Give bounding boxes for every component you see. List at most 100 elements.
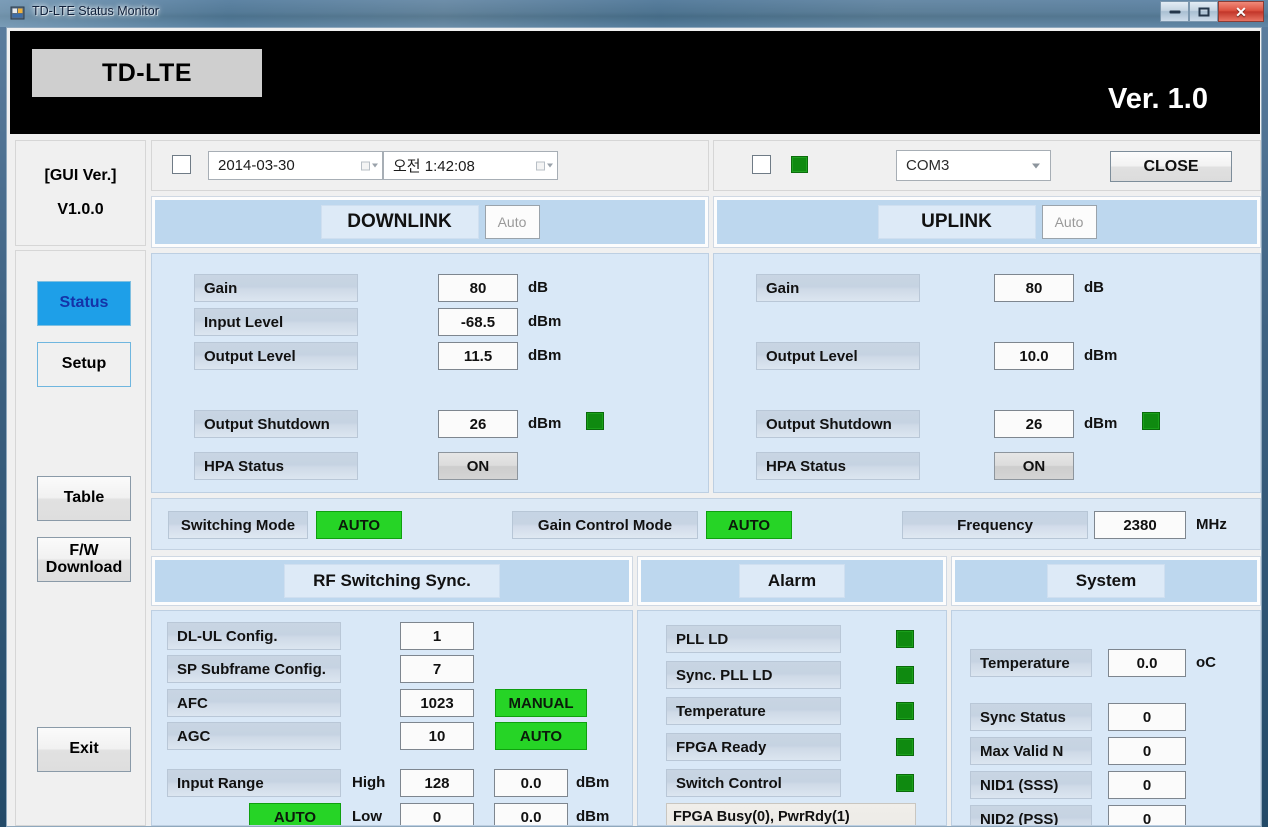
dl-input-level-unit: dBm [528, 313, 562, 330]
date-spinner-icon[interactable] [361, 161, 378, 170]
ul-gain-label: Gain [756, 274, 920, 302]
afc-label: AFC [167, 689, 341, 717]
system-nid1-label: NID1 (SSS) [970, 771, 1092, 799]
sidebar-item-table[interactable]: Table [37, 476, 131, 521]
alarm-tab-header: Alarm [637, 556, 947, 606]
system-max-valid-n-label: Max Valid N [970, 737, 1092, 765]
alarm-panel: PLL LD Sync. PLL LD Temperature FPGA Rea… [637, 610, 947, 826]
downlink-tab-header: DOWNLINK Auto [151, 196, 709, 248]
frequency-value[interactable]: 2380 [1094, 511, 1186, 539]
date-picker[interactable]: 2014-03-30 [208, 151, 383, 180]
gain-control-mode-label: Gain Control Mode [512, 511, 698, 539]
input-range-auto-button[interactable]: AUTO [249, 803, 341, 825]
agc-label: AGC [167, 722, 341, 750]
dl-input-level-label: Input Level [194, 308, 358, 336]
maximize-button[interactable] [1189, 1, 1218, 22]
close-window-button[interactable]: ✕ [1218, 1, 1264, 22]
sidebar-item-setup[interactable]: Setup [37, 342, 131, 387]
ul-hpa-status-label: HPA Status [756, 452, 920, 480]
uplink-auto-button[interactable]: Auto [1041, 205, 1097, 239]
system-nid1-value[interactable]: 0 [1108, 771, 1186, 799]
chevron-down-icon [1032, 163, 1040, 168]
rf-sync-panel: DL-UL Config. 1 SP Subframe Config. 7 AF… [151, 610, 633, 826]
system-temperature-value[interactable]: 0.0 [1108, 649, 1186, 677]
system-panel: Temperature 0.0 oC Sync Status 0 Max Val… [951, 610, 1261, 826]
alarm-sync-pll-ld-label: Sync. PLL LD [666, 661, 841, 689]
input-range-low-value[interactable]: 0 [400, 803, 474, 825]
switching-mode-button[interactable]: AUTO [316, 511, 402, 539]
sidebar-item-fw-download[interactable]: F/W Download [37, 537, 131, 582]
tab-alarm[interactable]: Alarm [738, 564, 846, 598]
ul-hpa-status-value[interactable]: ON [994, 452, 1074, 480]
afc-value[interactable]: 1023 [400, 689, 474, 717]
tab-downlink[interactable]: DOWNLINK [320, 205, 479, 239]
time-spinner-icon[interactable] [536, 161, 553, 170]
dl-ul-config-label: DL-UL Config. [167, 622, 341, 650]
minimize-button[interactable] [1160, 1, 1189, 22]
dl-output-shutdown-value[interactable]: 26 [438, 410, 518, 438]
ul-gain-value[interactable]: 80 [994, 274, 1074, 302]
sidebar-item-exit[interactable]: Exit [37, 727, 131, 772]
input-range-high-value[interactable]: 128 [400, 769, 474, 797]
app-version: Ver. 1.0 [1108, 83, 1208, 115]
fw-download-line1: F/W [69, 541, 99, 559]
tab-uplink[interactable]: UPLINK [877, 205, 1036, 239]
fw-download-line2: Download [45, 558, 123, 576]
sp-subframe-config-label: SP Subframe Config. [167, 655, 341, 683]
tab-system[interactable]: System [1046, 564, 1166, 598]
app-icon [10, 5, 26, 21]
system-temperature-unit: oC [1196, 654, 1216, 671]
maximize-icon [1198, 7, 1209, 16]
dl-hpa-status-value[interactable]: ON [438, 452, 518, 480]
dl-input-level-value[interactable]: -68.5 [438, 308, 518, 336]
time-picker[interactable]: 오전 1:42:08 [383, 151, 558, 180]
time-value: 오전 1:42:08 [393, 158, 475, 175]
alarm-pll-ld-led [896, 630, 914, 648]
dl-gain-value[interactable]: 80 [438, 274, 518, 302]
alarm-temperature-led [896, 702, 914, 720]
downlink-auto-button[interactable]: Auto [484, 205, 540, 239]
system-sync-status-value[interactable]: 0 [1108, 703, 1186, 731]
input-range-low-dbm[interactable]: 0.0 [494, 803, 568, 825]
dl-gain-label: Gain [194, 274, 358, 302]
afc-mode-button[interactable]: MANUAL [495, 689, 587, 717]
alarm-fpga-ready-led [896, 738, 914, 756]
client-area: TD-LTE Ver. 1.0 [GUI Ver.] V1.0.0 Status… [6, 27, 1262, 827]
app-banner: TD-LTE Ver. 1.0 [10, 31, 1260, 134]
switching-mode-label: Switching Mode [168, 511, 308, 539]
input-range-high-dbm[interactable]: 0.0 [494, 769, 568, 797]
alarm-temperature-label: Temperature [666, 697, 841, 725]
dl-output-level-value[interactable]: 11.5 [438, 342, 518, 370]
alarm-switch-control-led [896, 774, 914, 792]
tab-rf-switching-sync[interactable]: RF Switching Sync. [284, 564, 500, 598]
input-range-low-unit: dBm [576, 808, 610, 825]
sp-subframe-config-value[interactable]: 7 [400, 655, 474, 683]
ul-output-shutdown-unit: dBm [1084, 415, 1118, 432]
gain-control-mode-button[interactable]: AUTO [706, 511, 792, 539]
minimize-icon [1169, 10, 1180, 13]
close-port-button[interactable]: CLOSE [1110, 151, 1232, 182]
dl-ul-config-value[interactable]: 1 [400, 622, 474, 650]
system-nid2-value[interactable]: 0 [1108, 805, 1186, 825]
dl-hpa-status-label: HPA Status [194, 452, 358, 480]
ul-output-level-value[interactable]: 10.0 [994, 342, 1074, 370]
sidebar-item-status[interactable]: Status [37, 281, 131, 326]
ul-output-shutdown-label: Output Shutdown [756, 410, 920, 438]
input-range-label: Input Range [167, 769, 341, 797]
system-max-valid-n-value[interactable]: 0 [1108, 737, 1186, 765]
port-checkbox[interactable] [752, 155, 771, 174]
datetime-checkbox[interactable] [172, 155, 191, 174]
alarm-status-text: FPGA Busy(0), PwrRdy(1) [666, 803, 916, 825]
window-buttons: ✕ [1160, 1, 1264, 22]
gui-version-label: [GUI Ver.] [44, 167, 117, 184]
alarm-switch-control-label: Switch Control [666, 769, 841, 797]
alarm-sync-pll-ld-led [896, 666, 914, 684]
com-port-value: COM3 [906, 157, 950, 174]
agc-value[interactable]: 10 [400, 722, 474, 750]
dl-output-shutdown-unit: dBm [528, 415, 562, 432]
ul-output-shutdown-value[interactable]: 26 [994, 410, 1074, 438]
port-toolbar: COM3 CLOSE [713, 140, 1261, 191]
agc-mode-button[interactable]: AUTO [495, 722, 587, 750]
input-range-high-unit: dBm [576, 774, 610, 791]
com-port-select[interactable]: COM3 [896, 150, 1051, 181]
